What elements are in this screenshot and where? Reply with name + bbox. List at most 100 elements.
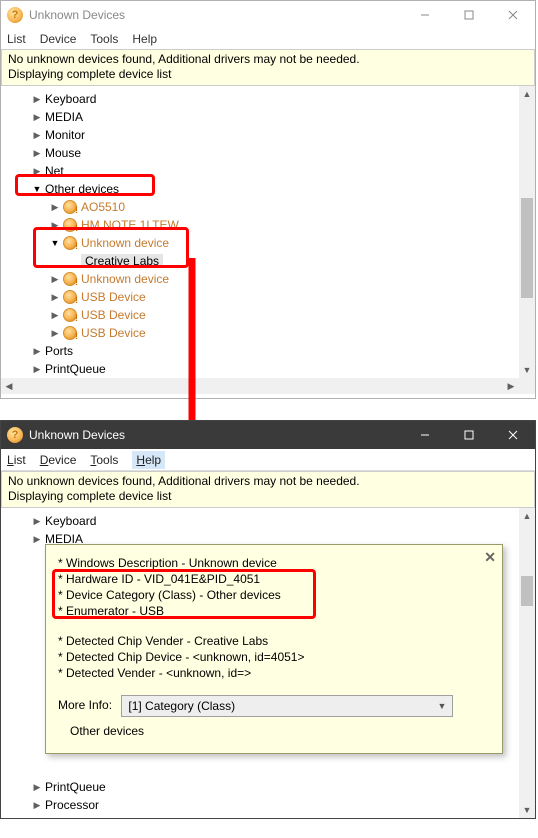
device-tree: ▶Keyboard ▶MEDIA ▶Monitor ▶Mouse ▶Net ▼O… xyxy=(1,86,535,394)
device-warning-icon xyxy=(63,236,77,250)
chevron-down-icon: ▼ xyxy=(437,701,446,711)
tree-item-keyboard[interactable]: ▶Keyboard xyxy=(1,90,535,108)
window-title: Unknown Devices xyxy=(29,8,403,22)
minimize-icon xyxy=(420,430,430,440)
chevron-down-icon: ▼ xyxy=(31,184,43,194)
more-info-dropdown[interactable]: [1] Category (Class) ▼ xyxy=(121,695,453,717)
menubar: List Device Tools Help xyxy=(1,449,535,471)
chevron-right-icon: ▶ xyxy=(31,130,43,141)
info-windows-description: * Windows Description - Unknown device xyxy=(58,555,490,571)
tree-item-unknown-device-2[interactable]: ▶Unknown device xyxy=(1,270,535,288)
device-warning-icon xyxy=(63,308,77,322)
tree-item-ao5510[interactable]: ▶AO5510 xyxy=(1,198,535,216)
close-button[interactable] xyxy=(491,421,535,449)
status-line-1: No unknown devices found, Additional dri… xyxy=(8,52,528,67)
device-warning-icon xyxy=(63,290,77,304)
app-icon: ? xyxy=(7,7,23,23)
info-hardware-id: * Hardware ID - VID_041E&PID_4051 xyxy=(58,571,490,587)
scroll-down-icon[interactable]: ▼ xyxy=(519,362,535,378)
menubar: List Device Tools Help xyxy=(1,29,535,49)
scroll-down-icon[interactable]: ▼ xyxy=(519,802,535,818)
maximize-icon xyxy=(464,430,474,440)
maximize-button[interactable] xyxy=(447,421,491,449)
close-icon xyxy=(508,10,518,20)
info-enumerator: * Enumerator - USB xyxy=(58,603,490,619)
window-sysbuttons xyxy=(403,1,535,29)
chevron-right-icon: ▶ xyxy=(49,328,61,339)
tree-item-monitor[interactable]: ▶Monitor xyxy=(1,126,535,144)
window-title: Unknown Devices xyxy=(29,428,403,442)
vertical-scrollbar[interactable]: ▲ ▼ xyxy=(519,86,535,394)
device-tree: ▶Keyboard ▶MEDIA ▶PrintQueue ▶Processor … xyxy=(1,508,535,818)
tree-item-processor[interactable]: ▶Processor xyxy=(1,796,535,814)
scroll-thumb[interactable] xyxy=(521,576,533,606)
tree-item-printqueue[interactable]: ▶PrintQueue xyxy=(1,778,535,796)
chevron-right-icon: ▶ xyxy=(49,220,61,231)
minimize-button[interactable] xyxy=(403,1,447,29)
tree-item-unknown-device-1[interactable]: ▼Unknown device xyxy=(1,234,535,252)
app-icon: ? xyxy=(7,427,23,443)
chevron-right-icon: ▶ xyxy=(49,292,61,303)
chevron-right-icon: ▶ xyxy=(49,202,61,213)
chevron-right-icon: ▶ xyxy=(31,148,43,159)
tree-item-ports[interactable]: ▶Ports xyxy=(1,342,535,360)
menu-help[interactable]: Help xyxy=(132,451,165,469)
maximize-button[interactable] xyxy=(447,1,491,29)
tree-item-keyboard[interactable]: ▶Keyboard xyxy=(1,512,535,530)
chevron-right-icon: ▶ xyxy=(31,346,43,357)
scroll-up-icon[interactable]: ▲ xyxy=(519,508,535,524)
tooltip-close-button[interactable]: ✕ xyxy=(484,549,496,566)
tree-item-usb-device-2[interactable]: ▶USB Device xyxy=(1,306,535,324)
device-warning-icon xyxy=(63,200,77,214)
tree-item-hmnote[interactable]: ▶HM NOTE 1LTEW xyxy=(1,216,535,234)
scroll-right-icon[interactable]: ▶ xyxy=(503,378,519,394)
minimize-button[interactable] xyxy=(403,421,447,449)
info-device-category: * Device Category (Class) - Other device… xyxy=(58,587,490,603)
scroll-up-icon[interactable]: ▲ xyxy=(519,86,535,102)
device-info-tooltip: ✕ * Windows Description - Unknown device… xyxy=(45,544,503,754)
tree-item-other-devices[interactable]: ▼Other devices xyxy=(1,180,535,198)
chevron-right-icon: ▶ xyxy=(49,310,61,321)
device-warning-icon xyxy=(63,272,77,286)
horizontal-scrollbar[interactable]: ◀ ▶ xyxy=(1,378,519,394)
more-info-label: More Info: xyxy=(58,698,112,712)
close-button[interactable] xyxy=(491,1,535,29)
more-info-result: Other devices xyxy=(58,723,490,739)
scroll-thumb[interactable] xyxy=(521,198,533,298)
menu-help[interactable]: Help xyxy=(132,32,157,46)
menu-device[interactable]: Device xyxy=(40,32,77,46)
device-warning-icon xyxy=(63,326,77,340)
status-line-2: Displaying complete device list xyxy=(8,67,528,82)
titlebar: ? Unknown Devices xyxy=(1,421,535,449)
tree-item-usb-device-1[interactable]: ▶USB Device xyxy=(1,288,535,306)
menu-list[interactable]: List xyxy=(7,32,26,46)
chevron-right-icon: ▶ xyxy=(49,274,61,285)
info-chip-device: * Detected Chip Device - <unknown, id=40… xyxy=(58,649,490,665)
tree-item-net[interactable]: ▶Net xyxy=(1,162,535,180)
status-line-2: Displaying complete device list xyxy=(8,489,528,504)
tree-item-usb-device-3[interactable]: ▶USB Device xyxy=(1,324,535,342)
more-info-row: More Info: [1] Category (Class) ▼ xyxy=(58,695,490,717)
tree-item-printqueue[interactable]: ▶PrintQueue xyxy=(1,360,535,378)
menu-device[interactable]: Device xyxy=(40,453,77,467)
scroll-left-icon[interactable]: ◀ xyxy=(1,378,17,394)
menu-tools[interactable]: Tools xyxy=(90,453,118,467)
menu-list[interactable]: List xyxy=(7,453,26,467)
minimize-icon xyxy=(420,10,430,20)
menu-tools[interactable]: Tools xyxy=(90,32,118,46)
window-unknown-devices-dark: ? Unknown Devices List Device Tools Help… xyxy=(0,420,536,819)
tree-item-mouse[interactable]: ▶Mouse xyxy=(1,144,535,162)
tree-item-media[interactable]: ▶MEDIA xyxy=(1,108,535,126)
chevron-right-icon: ▶ xyxy=(31,112,43,123)
status-strip: No unknown devices found, Additional dri… xyxy=(1,49,535,86)
tree-item-creative-labs[interactable]: Creative Labs xyxy=(1,252,535,270)
close-icon xyxy=(508,430,518,440)
maximize-icon xyxy=(464,10,474,20)
chevron-right-icon: ▶ xyxy=(31,364,43,375)
chevron-right-icon: ▶ xyxy=(31,800,43,811)
info-chip-vendor: * Detected Chip Vender - Creative Labs xyxy=(58,633,490,649)
chevron-right-icon: ▶ xyxy=(31,534,43,545)
vertical-scrollbar[interactable]: ▲ ▼ xyxy=(519,508,535,818)
window-sysbuttons xyxy=(403,421,535,449)
status-strip: No unknown devices found, Additional dri… xyxy=(1,471,535,508)
